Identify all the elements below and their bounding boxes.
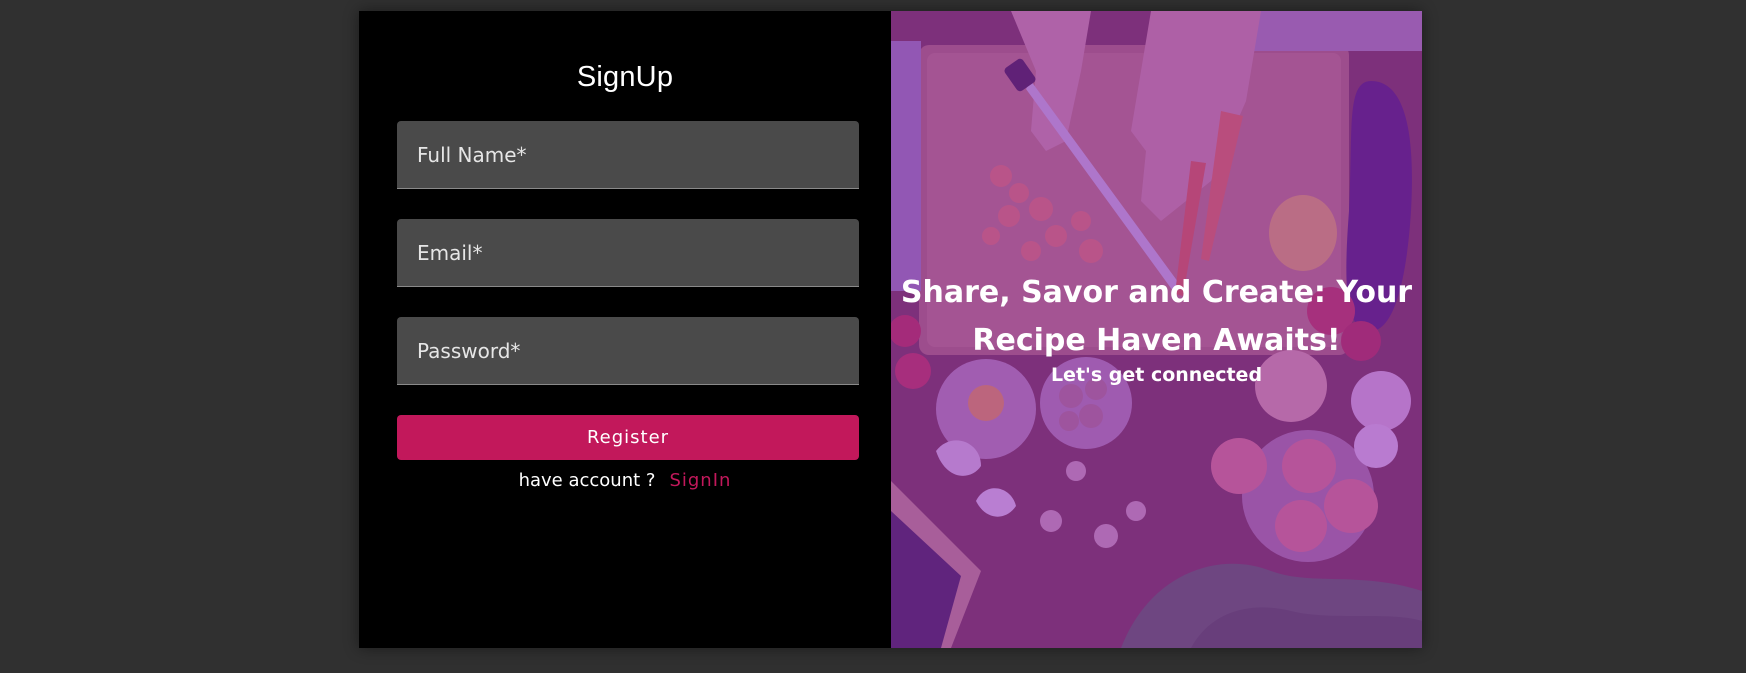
- signup-form-panel: SignUp Register have account ? SignIn: [359, 11, 891, 648]
- full-name-input[interactable]: [417, 121, 859, 188]
- email-input[interactable]: [417, 219, 859, 286]
- full-name-field-container[interactable]: [397, 121, 859, 189]
- signin-link[interactable]: SignIn: [669, 470, 731, 491]
- register-button[interactable]: Register: [397, 415, 859, 460]
- page-title: SignUp: [576, 61, 674, 93]
- account-question-text: have account ?: [518, 470, 656, 491]
- email-field-container[interactable]: [397, 219, 859, 287]
- signup-card: SignUp Register have account ? SignIn: [359, 11, 1422, 648]
- password-input[interactable]: [417, 317, 859, 384]
- signin-prompt: have account ? SignIn: [359, 470, 891, 491]
- hero-headline: Share, Savor and Create: Your Recipe Hav…: [900, 275, 1413, 358]
- password-field-container[interactable]: [397, 317, 859, 385]
- hero-subheadline: Let's get connected: [1050, 364, 1263, 386]
- hero-image-panel: Share, Savor and Create: Your Recipe Hav…: [891, 11, 1422, 648]
